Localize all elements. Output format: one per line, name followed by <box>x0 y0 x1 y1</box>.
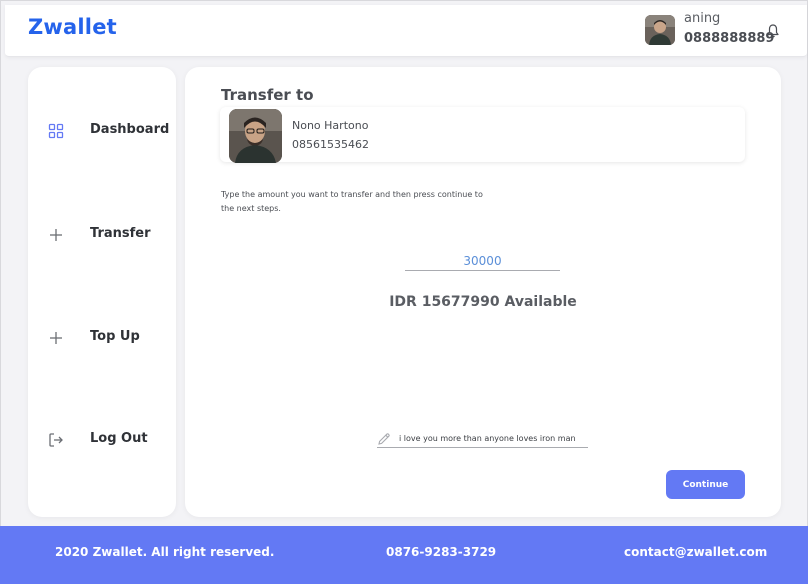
plus-icon <box>48 330 64 346</box>
footer: 2020 Zwallet. All right reserved. 0876-9… <box>0 526 808 584</box>
sidebar-item-label: Top Up <box>90 329 140 344</box>
footer-phone: 0876-9283-3729 <box>386 545 497 559</box>
recipient-name: Nono Hartono <box>292 119 369 132</box>
dashboard-grid-icon <box>48 123 64 139</box>
sidebar-item-label: Log Out <box>90 431 148 446</box>
available-balance: IDR 15677990 Available <box>389 294 577 310</box>
recipient-avatar <box>229 109 282 163</box>
sidebar-item-label: Transfer <box>90 226 151 241</box>
sidebar-item-top-up[interactable]: Top Up <box>28 322 176 354</box>
transfer-instructions: Type the amount you want to transfer and… <box>221 190 483 213</box>
pencil-icon <box>377 431 391 445</box>
amount-input[interactable] <box>405 251 560 271</box>
note-field[interactable] <box>377 429 588 448</box>
footer-email[interactable]: contact@zwallet.com <box>624 545 767 559</box>
bell-icon[interactable] <box>766 23 780 39</box>
recipient-phone: 08561535462 <box>292 138 369 151</box>
top-header: Zwallet aning 0888888889 <box>5 5 807 57</box>
page-title: Transfer to <box>221 86 314 104</box>
recipient-card: Nono Hartono 08561535462 <box>220 107 745 163</box>
user-phone: 0888888889 <box>684 31 775 46</box>
transfer-panel: Transfer to Nono Hartono 08561535462 Typ… <box>185 67 781 517</box>
user-avatar[interactable] <box>645 15 675 45</box>
sidebar: Dashboard Transfer Top Up Log Out <box>28 67 176 517</box>
plus-icon <box>48 227 64 243</box>
sidebar-item-transfer[interactable]: Transfer <box>28 219 176 251</box>
note-input[interactable] <box>399 431 588 445</box>
sidebar-item-label: Dashboard <box>90 122 170 137</box>
brand-logo[interactable]: Zwallet <box>28 15 117 39</box>
footer-copyright: 2020 Zwallet. All right reserved. <box>55 545 275 559</box>
sidebar-item-dashboard[interactable]: Dashboard <box>28 115 176 147</box>
continue-button[interactable]: Continue <box>666 470 745 499</box>
logout-icon <box>48 432 64 448</box>
user-name: aning <box>684 11 721 26</box>
sidebar-item-log-out[interactable]: Log Out <box>28 424 176 456</box>
